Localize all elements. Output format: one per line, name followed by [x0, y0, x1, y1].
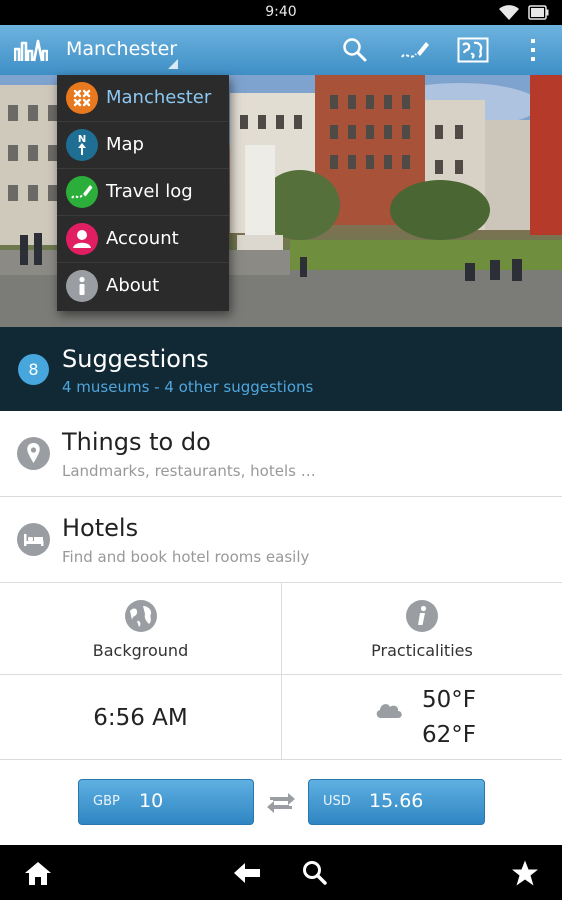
- currency-converter: GBP 10 USD 15.66: [0, 760, 562, 845]
- action-bar: Manchester: [0, 25, 562, 75]
- overflow-menu-button[interactable]: [510, 25, 556, 75]
- to-currency-code: USD: [323, 794, 351, 809]
- practicalities-tile[interactable]: Practicalities: [282, 583, 562, 675]
- menu-item-label: About: [106, 275, 160, 296]
- from-currency-code: GBP: [93, 794, 120, 809]
- back-icon: [234, 862, 260, 883]
- row-title: Things to do: [62, 428, 211, 456]
- search-icon: [303, 860, 327, 885]
- background-tile[interactable]: Background: [0, 583, 282, 675]
- bottom-nav-bar: [0, 845, 562, 900]
- overflow-menu-icon: [531, 39, 535, 61]
- suggestions-subtitle: 4 museums - 4 other suggestions: [62, 378, 314, 396]
- things-to-do-row[interactable]: Things to do Landmarks, restaurants, hot…: [0, 411, 562, 497]
- swap-currency-icon[interactable]: [264, 790, 298, 816]
- menu-item-label: Travel log: [106, 181, 193, 202]
- map-icon: [457, 37, 489, 63]
- globe-icon: [124, 600, 157, 632]
- home-button[interactable]: [13, 845, 63, 900]
- menu-item-map[interactable]: N Map: [57, 122, 229, 169]
- suggestions-count-badge: 8: [18, 354, 49, 385]
- app-logo-icon[interactable]: [14, 37, 48, 63]
- city-selector[interactable]: Manchester: [60, 25, 182, 75]
- hotels-row[interactable]: Hotels Find and book hotel rooms easily: [0, 497, 562, 583]
- travel-log-icon: [401, 42, 429, 58]
- nav-search-button[interactable]: [290, 845, 340, 900]
- background-label: Background: [92, 641, 189, 660]
- spinner-arrow-icon: [168, 59, 178, 69]
- back-button[interactable]: [222, 845, 272, 900]
- suggestions-banner[interactable]: 8 Suggestions 4 museums - 4 other sugges…: [0, 327, 562, 411]
- map-button[interactable]: [450, 25, 496, 75]
- menu-item-label: Account: [106, 228, 179, 249]
- menu-item-label: Map: [106, 134, 144, 155]
- row-subtitle: Landmarks, restaurants, hotels …: [62, 462, 316, 480]
- menu-item-travel-log[interactable]: Travel log: [57, 169, 229, 216]
- location-pin-icon: [17, 437, 50, 470]
- menu-item-label: Manchester: [106, 87, 212, 108]
- from-currency-amount: 10: [139, 790, 164, 812]
- wifi-icon: [499, 5, 519, 20]
- city-dropdown-menu: Manchester N Map Travel log Account Abou…: [57, 75, 229, 311]
- weather-tile: 50°F 62°F: [282, 675, 562, 760]
- search-icon: [343, 38, 367, 62]
- menu-item-city[interactable]: Manchester: [57, 75, 229, 122]
- menu-item-account[interactable]: Account: [57, 216, 229, 263]
- city-icon: [66, 82, 98, 114]
- from-currency-button[interactable]: GBP 10: [78, 779, 254, 825]
- favorites-button[interactable]: [500, 845, 550, 900]
- compass-icon: N: [66, 129, 98, 161]
- info-icon: [66, 270, 98, 302]
- home-icon: [25, 861, 51, 885]
- travel-log-icon: [66, 176, 98, 208]
- to-currency-amount: 15.66: [369, 790, 424, 812]
- star-icon: [512, 860, 538, 885]
- to-currency-button[interactable]: USD 15.66: [308, 779, 485, 825]
- bed-icon: [17, 523, 50, 556]
- status-time: 9:40: [265, 4, 297, 20]
- info-icon: [406, 600, 438, 632]
- practicalities-label: Practicalities: [371, 641, 473, 660]
- temp-high: 50°F: [422, 687, 476, 713]
- suggestions-title: Suggestions: [62, 345, 209, 373]
- local-time: 6:56 AM: [93, 705, 188, 731]
- city-selector-label: Manchester: [66, 38, 178, 60]
- status-bar: 9:40: [0, 0, 562, 25]
- battery-icon: [528, 5, 549, 20]
- local-time-tile: 6:56 AM: [0, 675, 282, 760]
- row-subtitle: Find and book hotel rooms easily: [62, 548, 310, 566]
- account-icon: [66, 223, 98, 255]
- row-title: Hotels: [62, 514, 139, 542]
- search-button[interactable]: [332, 25, 378, 75]
- menu-item-about[interactable]: About: [57, 263, 229, 310]
- temp-low: 62°F: [422, 722, 476, 748]
- cloud-icon: [376, 704, 402, 718]
- travel-log-button[interactable]: [392, 25, 438, 75]
